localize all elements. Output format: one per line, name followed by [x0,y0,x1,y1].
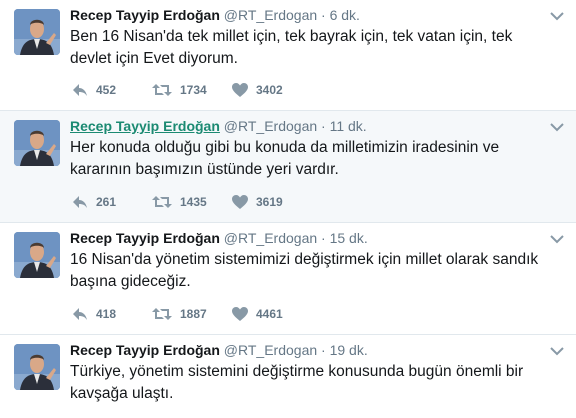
chevron-down-icon[interactable] [550,8,564,21]
avatar[interactable] [14,344,60,390]
tweet-header: Recep Tayyip Erdoğan @RT_Erdogan · 15 dk… [70,229,368,247]
like-count: 3619 [256,195,283,209]
like-count: 4461 [256,307,283,321]
author-name[interactable]: Recep Tayyip Erdoğan [70,7,220,23]
like-button[interactable]: 3402 [232,83,312,97]
tweet[interactable]: Recep Tayyip Erdoğan @RT_Erdogan · 6 dk.… [0,0,576,111]
tweet-header: Recep Tayyip Erdoğan @RT_Erdogan · 11 dk… [70,117,367,135]
like-button[interactable]: 4461 [232,307,312,321]
separator-dot: · [321,342,326,358]
reply-button[interactable]: 261 [72,195,152,209]
avatar[interactable] [14,232,60,278]
heart-icon [232,83,248,97]
tweet-timestamp[interactable]: 15 dk. [330,230,368,246]
tweet-actions: 418 1887 4461 [72,305,312,323]
reply-icon [72,83,88,97]
separator-dot: · [321,118,326,134]
tweet-header: Recep Tayyip Erdoğan @RT_Erdogan · 19 dk… [70,341,368,359]
chevron-down-icon[interactable] [550,231,564,244]
author-handle[interactable]: @RT_Erdogan [224,118,317,134]
tweet-actions: 452 1734 3402 [72,81,312,99]
retweet-count: 1435 [180,195,207,209]
tweet-text: Türkiye, yönetim sistemini değiştirme ko… [70,363,524,402]
timeline: Recep Tayyip Erdoğan @RT_Erdogan · 6 dk.… [0,0,576,418]
tweet-text: 16 Nisan'da yönetim sistemimizi değiştir… [70,251,539,290]
chevron-down-icon[interactable] [550,119,564,132]
reply-button[interactable]: 418 [72,307,152,321]
author-handle[interactable]: @RT_Erdogan [224,230,317,246]
tweet-text: Ben 16 Nisan'da tek millet için, tek bay… [70,28,513,67]
retweet-count: 1734 [180,83,207,97]
tweet-timestamp[interactable]: 19 dk. [330,342,368,358]
author-name[interactable]: Recep Tayyip Erdoğan [70,342,220,358]
avatar[interactable] [14,120,60,166]
reply-count: 452 [96,83,117,97]
retweet-icon [152,83,172,97]
reply-button[interactable]: 452 [72,83,152,97]
like-button[interactable]: 3619 [232,195,312,209]
tweet-timestamp[interactable]: 11 dk. [330,118,367,134]
retweet-icon [152,307,172,321]
like-count: 3402 [256,83,283,97]
tweet-text: Her konuda olduğu gibi bu konuda da mill… [70,139,500,178]
chevron-down-icon[interactable] [550,343,564,356]
author-name[interactable]: Recep Tayyip Erdoğan [70,230,220,246]
avatar[interactable] [14,9,60,55]
retweet-button[interactable]: 1734 [152,83,232,97]
retweet-count: 1887 [180,307,207,321]
separator-dot: · [321,230,326,246]
tweet-actions: 261 1435 3619 [72,193,312,211]
author-handle[interactable]: @RT_Erdogan [224,7,317,23]
tweet[interactable]: Recep Tayyip Erdoğan @RT_Erdogan · 19 dk… [0,335,576,418]
reply-icon [72,307,88,321]
retweet-icon [152,195,172,209]
retweet-button[interactable]: 1887 [152,307,232,321]
reply-count: 261 [96,195,117,209]
author-name[interactable]: Recep Tayyip Erdoğan [70,118,220,134]
tweet-header: Recep Tayyip Erdoğan @RT_Erdogan · 6 dk. [70,6,360,24]
retweet-button[interactable]: 1435 [152,195,232,209]
tweet[interactable]: Recep Tayyip Erdoğan @RT_Erdogan · 11 dk… [0,111,576,223]
reply-icon [72,195,88,209]
author-handle[interactable]: @RT_Erdogan [224,342,317,358]
reply-count: 418 [96,307,117,321]
separator-dot: · [321,7,326,23]
tweet[interactable]: Recep Tayyip Erdoğan @RT_Erdogan · 15 dk… [0,223,576,335]
tweet-timestamp[interactable]: 6 dk. [330,7,360,23]
heart-icon [232,195,248,209]
heart-icon [232,307,248,321]
